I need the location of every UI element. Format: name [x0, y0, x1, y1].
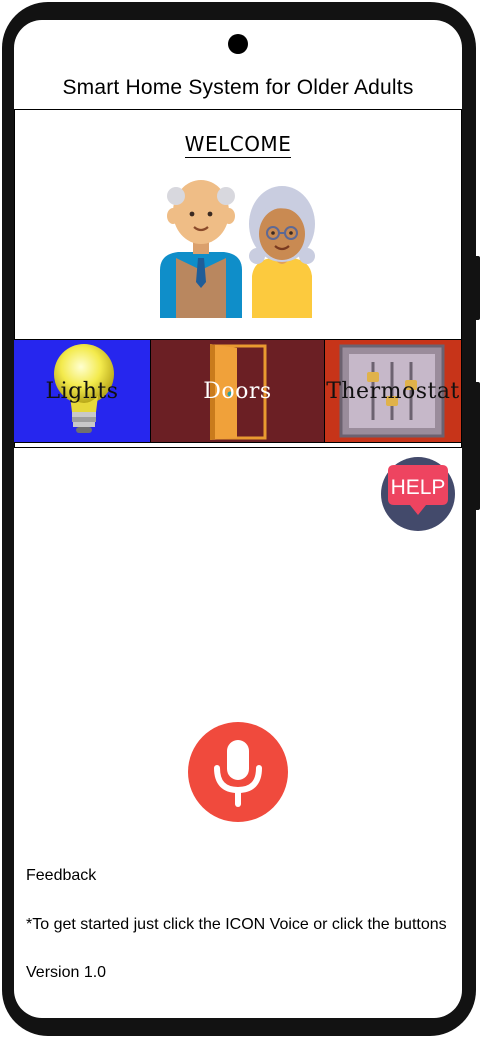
doors-label: Doors: [203, 379, 272, 404]
volume-button: [474, 256, 480, 320]
welcome-text: WELCOME: [184, 132, 292, 158]
instructions-text: *To get started just click the ICON Voic…: [26, 916, 447, 933]
screen: Smart Home System for Older Adults WELCO…: [14, 20, 462, 1018]
thermostat-label: Thermostat: [326, 379, 460, 404]
doors-button[interactable]: Doors: [150, 340, 325, 442]
feature-tiles: Lights Doors Thermostat: [14, 339, 461, 443]
lights-label: Lights: [45, 379, 119, 404]
help-button[interactable]: HELP: [381, 457, 455, 531]
version-text: Version 1.0: [26, 964, 107, 981]
app-title: Smart Home System for Older Adults: [62, 76, 414, 99]
welcome-heading: WELCOME: [14, 132, 462, 158]
older-couple-illustration: [160, 180, 315, 318]
lights-button[interactable]: Lights: [14, 340, 150, 442]
thermostat-button[interactable]: Thermostat: [325, 340, 461, 442]
voice-button[interactable]: [188, 722, 288, 822]
help-label: HELP: [391, 476, 446, 499]
front-camera: [228, 34, 248, 54]
feedback-link[interactable]: Feedback: [26, 867, 96, 885]
power-button: [474, 382, 480, 510]
